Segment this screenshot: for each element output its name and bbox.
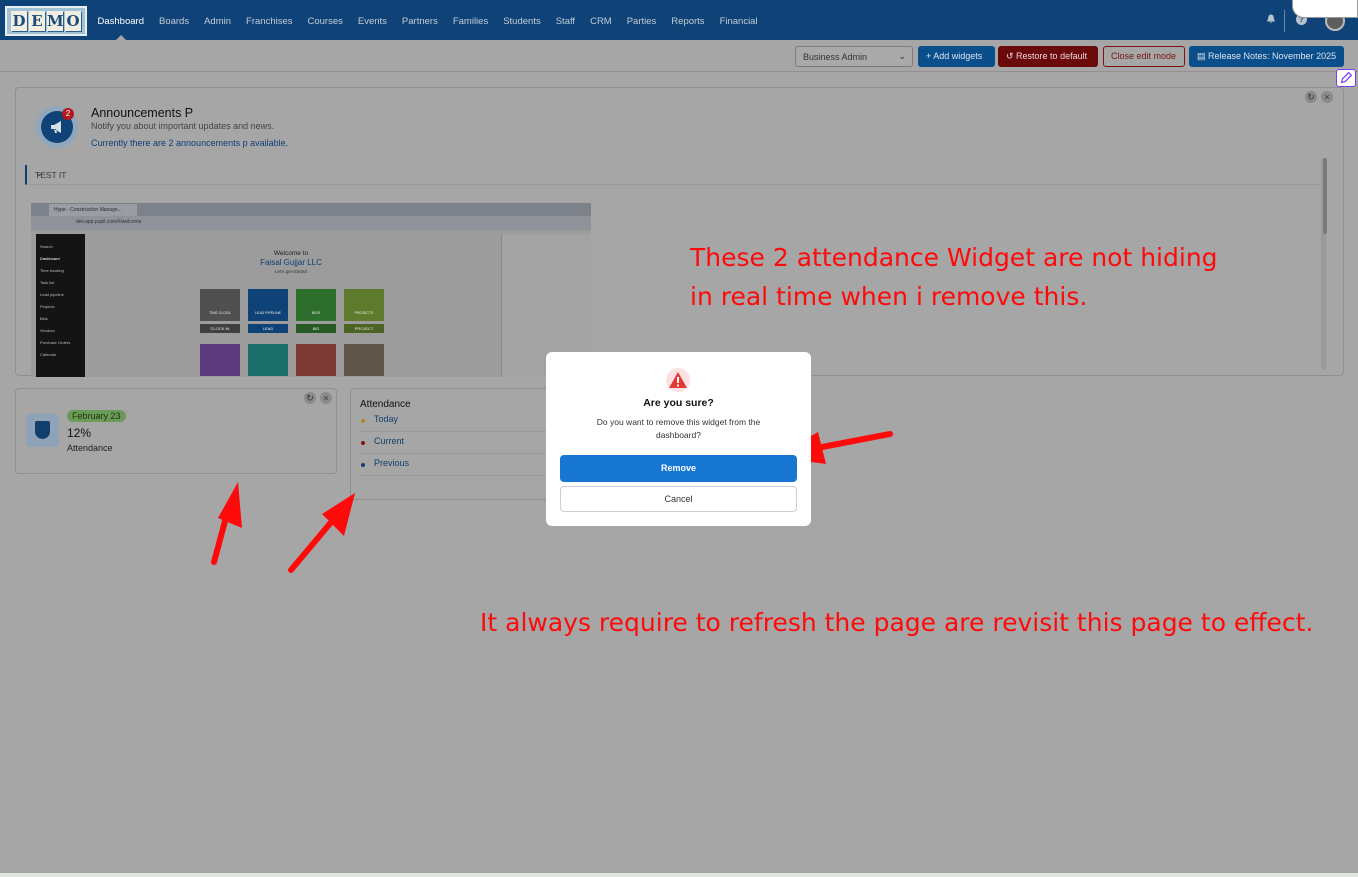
- dialog-message: Do you want to remove this widget from t…: [596, 417, 761, 440]
- warning-icon: [666, 368, 690, 392]
- bottom-strip: [0, 873, 1358, 877]
- confirm-dialog: Are you sure? Do you want to remove this…: [546, 352, 811, 526]
- dialog-title: Are you sure?: [643, 397, 714, 409]
- cancel-button[interactable]: Cancel: [560, 486, 797, 512]
- arrow-icon: [211, 482, 242, 565]
- remove-button[interactable]: Remove: [560, 455, 797, 482]
- arrow-icon: [288, 493, 355, 573]
